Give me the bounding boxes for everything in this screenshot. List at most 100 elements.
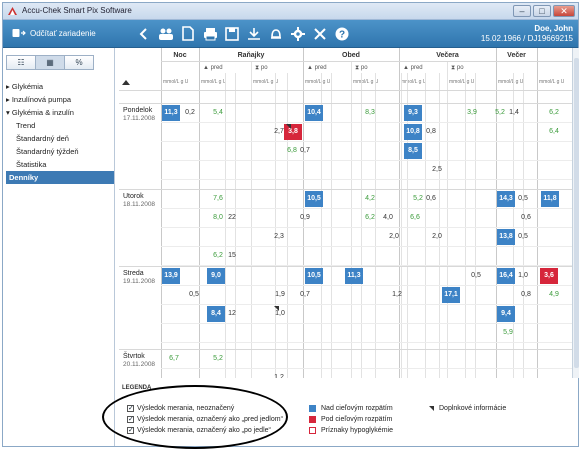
reading-cell[interactable]: 10,5 bbox=[305, 191, 323, 207]
reading-cell[interactable]: 0,5 bbox=[515, 191, 531, 207]
reading-cell[interactable]: 0,5 bbox=[185, 287, 203, 303]
reading-cell[interactable]: 10,4 bbox=[305, 105, 323, 121]
day-name: Štvrtok bbox=[123, 353, 145, 360]
scrollbar-thumb[interactable] bbox=[574, 58, 579, 368]
reading-cell[interactable]: 12 bbox=[223, 306, 241, 322]
sidebar-item-standard-day[interactable]: Štandardný deň bbox=[6, 132, 114, 145]
reading-cell[interactable]: 22 bbox=[223, 210, 241, 226]
reading-cell[interactable]: 1,2 bbox=[270, 370, 288, 378]
reading-cell[interactable]: 11,3 bbox=[345, 268, 363, 284]
reading-cell[interactable]: 14,3 bbox=[497, 191, 515, 207]
reading-cell[interactable]: 6,7 bbox=[162, 351, 186, 367]
sidebar-item-trend[interactable]: Trend bbox=[6, 119, 114, 132]
reading-cell[interactable]: 0,2 bbox=[182, 105, 198, 121]
reading-cell[interactable]: 8,3 bbox=[359, 105, 381, 121]
export-icon[interactable] bbox=[246, 25, 262, 42]
units-header: mmol/L g U bbox=[201, 79, 227, 85]
reading-cell[interactable]: 0,6 bbox=[423, 191, 439, 207]
sidebar-item-statistics[interactable]: Štatistika bbox=[6, 158, 114, 171]
reading-cell[interactable]: 2,5 bbox=[429, 162, 445, 178]
reading-cell[interactable]: 9,3 bbox=[404, 105, 422, 121]
reading-cell[interactable]: 4,9 bbox=[543, 287, 565, 303]
vertical-scrollbar[interactable] bbox=[572, 48, 579, 378]
help-icon[interactable]: ? bbox=[334, 25, 350, 42]
period-header: Večera bbox=[436, 52, 459, 59]
reading-cell[interactable]: 13,9 bbox=[162, 268, 180, 284]
tools-icon[interactable] bbox=[312, 25, 328, 42]
legend-hypo-label: Príznaky hypoglykémie bbox=[321, 427, 393, 434]
minimize-button[interactable]: – bbox=[513, 5, 531, 17]
back-icon[interactable] bbox=[136, 25, 152, 42]
list-view-tab[interactable]: ☷ bbox=[6, 55, 36, 70]
reading-cell[interactable]: 10,8 bbox=[404, 124, 422, 140]
reading-cell[interactable]: 1,4 bbox=[506, 105, 522, 121]
close-button[interactable]: ✕ bbox=[553, 5, 575, 17]
sidebar-item-insulin-pump[interactable]: ▸ Inzulínová pumpa bbox=[6, 93, 114, 106]
table-view-tab[interactable]: ▦ bbox=[35, 55, 65, 70]
reading-cell[interactable]: 0,7 bbox=[297, 287, 313, 303]
reading-cell[interactable]: 0,7 bbox=[297, 143, 313, 159]
reading-cell[interactable]: 5,9 bbox=[497, 325, 519, 341]
day-divider bbox=[119, 266, 572, 267]
sidebar-item-glykemia[interactable]: ▸ Glykémia bbox=[6, 80, 114, 93]
legend-below-range: Pod cieľovým rozpätím bbox=[309, 416, 392, 423]
reading-cell[interactable]: 0,5 bbox=[468, 268, 484, 284]
sidebar-item-standard-week[interactable]: Štandardný týždeň bbox=[6, 145, 114, 158]
reading-cell[interactable]: 11,8 bbox=[541, 191, 559, 207]
reading-cell[interactable]: 5,2 bbox=[207, 351, 229, 367]
reading-cell[interactable]: 0,5 bbox=[515, 229, 531, 245]
reading-cell[interactable]: 1,9 bbox=[271, 287, 289, 303]
reading-cell[interactable]: 2,0 bbox=[429, 229, 445, 245]
reading-cell[interactable]: 0,8 bbox=[518, 287, 534, 303]
reading-cell[interactable]: 6,4 bbox=[543, 124, 565, 140]
day-date: 19.11.2008 bbox=[123, 278, 156, 285]
alert-icon[interactable] bbox=[268, 25, 284, 42]
reading-cell[interactable]: 1,2 bbox=[389, 287, 405, 303]
document-icon[interactable] bbox=[180, 25, 196, 42]
reading-cell[interactable]: 2,0 bbox=[385, 229, 403, 245]
legend-info-label: Doplnkové informácie bbox=[439, 405, 507, 412]
reading-cell[interactable]: 9,4 bbox=[497, 306, 515, 322]
reading-cell[interactable]: 7,6 bbox=[207, 191, 229, 207]
reading-cell[interactable]: 8,5 bbox=[404, 143, 422, 159]
day-divider bbox=[119, 103, 572, 104]
patient-icon[interactable] bbox=[158, 25, 174, 42]
save-icon[interactable] bbox=[224, 25, 240, 42]
print-icon[interactable] bbox=[202, 25, 218, 42]
reading-cell[interactable]: 6,6 bbox=[404, 210, 426, 226]
reading-cell[interactable]: 3,9 bbox=[461, 105, 483, 121]
below-range-swatch bbox=[309, 416, 316, 423]
reading-cell[interactable]: 0,9 bbox=[297, 210, 313, 226]
sidebar-nav: ▸ Glykémia ▸ Inzulínová pumpa ▾ Glykémia… bbox=[6, 80, 114, 184]
reading-cell[interactable]: 3,6 bbox=[540, 268, 558, 284]
day-label: Štvrtok 20.11.2008 bbox=[123, 353, 155, 369]
reading-cell[interactable]: 1,0 bbox=[515, 268, 531, 284]
column-divider bbox=[161, 48, 162, 378]
settings-icon[interactable] bbox=[290, 25, 306, 42]
reading-cell[interactable]: 17,1 bbox=[442, 287, 460, 303]
reading-cell[interactable]: 0,8 bbox=[423, 124, 439, 140]
reading-cell[interactable]: 6,2 bbox=[543, 105, 565, 121]
row-divider bbox=[161, 246, 572, 247]
reading-cell[interactable]: 16,4 bbox=[497, 268, 515, 284]
reading-cell[interactable]: 6,2 bbox=[359, 210, 381, 226]
day-name: Streda bbox=[123, 270, 144, 277]
reading-cell[interactable]: 11,3 bbox=[162, 105, 180, 121]
reading-cell[interactable]: 4,0 bbox=[379, 210, 397, 226]
reading-cell[interactable]: 15 bbox=[223, 248, 241, 264]
window-title: Accu-Chek Smart Pix Software bbox=[22, 6, 132, 15]
reading-cell[interactable]: 0,6 bbox=[518, 210, 534, 226]
sidebar-item-glykemia-insulin[interactable]: ▾ Glykémia & inzulín bbox=[6, 106, 114, 119]
reading-cell[interactable]: 10,5 bbox=[305, 268, 323, 284]
maximize-button[interactable]: □ bbox=[533, 5, 551, 17]
day-label: Utorok 18.11.2008 bbox=[123, 193, 155, 209]
reading-cell[interactable]: 5,4 bbox=[207, 105, 229, 121]
reading-cell[interactable]: 4,2 bbox=[359, 191, 381, 207]
day-divider bbox=[119, 189, 572, 190]
sidebar-item-diaries[interactable]: Denníky bbox=[6, 171, 114, 184]
reading-cell[interactable]: 2,3 bbox=[270, 229, 288, 245]
reading-cell[interactable]: 9,0 bbox=[207, 268, 225, 284]
reading-cell[interactable]: 13,8 bbox=[497, 229, 515, 245]
read-device-button[interactable]: Odčítať zariadenie bbox=[12, 28, 96, 38]
percent-view-tab[interactable]: % bbox=[64, 55, 94, 70]
